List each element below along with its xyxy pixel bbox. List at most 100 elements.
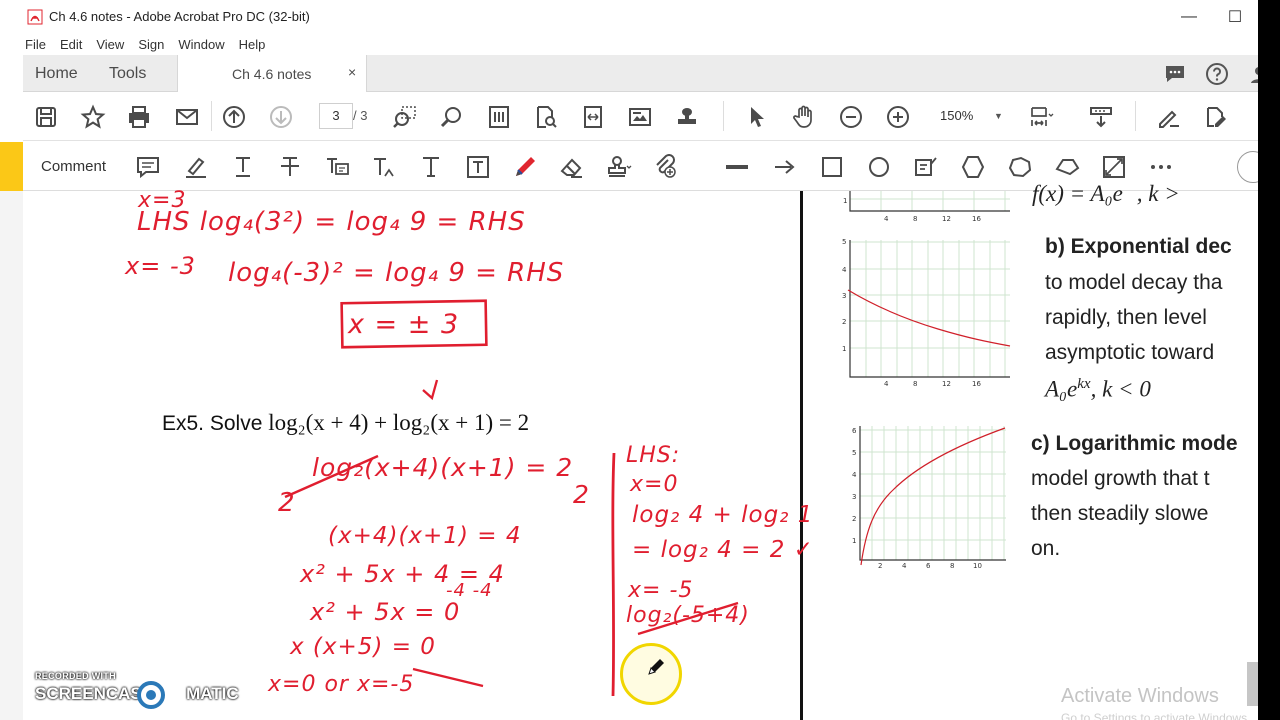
add-text-comment-icon[interactable]: [418, 154, 444, 180]
page-number-input[interactable]: 3: [319, 103, 353, 129]
help-icon[interactable]: [1205, 62, 1229, 86]
next-page-icon[interactable]: [268, 104, 294, 130]
navigation-pane-collapsed[interactable]: [0, 191, 23, 720]
menu-view[interactable]: View: [96, 37, 124, 52]
rectangle-tool-icon[interactable]: [819, 154, 845, 180]
comment-tool-label: Comment: [41, 158, 107, 175]
previous-page-icon[interactable]: [221, 104, 247, 130]
hand-tool-icon[interactable]: [791, 104, 817, 130]
handwritten-x-neg-3: x= -3: [125, 252, 196, 280]
menu-window[interactable]: Window: [178, 37, 224, 52]
window-title: Ch 4.6 notes - Adobe Acrobat Pro DC (32-…: [49, 9, 310, 24]
exponential-decay-heading: b) Exponential dec: [1045, 235, 1232, 258]
g2-ytick-4: 4: [842, 266, 847, 274]
draw-pencil-icon[interactable]: [512, 154, 538, 180]
g3-ytick-1: 1: [852, 537, 856, 545]
tab-home[interactable]: Home: [35, 55, 78, 92]
handwritten-combined-log: log₂(x+4)(x+1) = 2: [312, 453, 574, 482]
menu-file[interactable]: File: [25, 37, 46, 52]
line-tool-icon[interactable]: [724, 154, 750, 180]
print-icon[interactable]: [126, 104, 152, 130]
svg-text:1: 1: [843, 197, 847, 205]
g2-ytick-2: 2: [842, 318, 846, 326]
handwritten-cancel-2-right: 2: [573, 480, 590, 509]
menu-sign[interactable]: Sign: [138, 37, 164, 52]
tab-tools[interactable]: Tools: [109, 55, 146, 92]
handwritten-reject-neg5: log₂(-5+4): [626, 603, 750, 628]
fit-width-icon[interactable]: [580, 104, 606, 130]
attach-file-icon[interactable]: [653, 154, 679, 180]
handwritten-check-x-neg5: x= -5: [628, 578, 694, 603]
exponential-decay-graph: 1 2 3 4 5 4 8 12 16: [842, 238, 1011, 388]
handwritten-factored: x (x+5) = 0: [290, 634, 436, 660]
g3-xtick-6: 6: [926, 562, 931, 570]
text-box-icon[interactable]: [465, 154, 491, 180]
handwritten-cancel-2-left: 2: [278, 488, 296, 518]
polyline-tool-icon[interactable]: [1054, 154, 1080, 180]
edit-pdf-icon[interactable]: [627, 104, 653, 130]
menu-edit[interactable]: Edit: [60, 37, 82, 52]
g1-xtick-16: 16: [972, 215, 981, 223]
zoom-tool-icon[interactable]: [439, 104, 465, 130]
select-cursor-icon[interactable]: [744, 104, 770, 130]
strikethrough-text-icon[interactable]: [277, 154, 303, 180]
tab-bar: Home Tools Ch 4.6 notes ×: [23, 55, 1258, 93]
fill-sign-icon[interactable]: [1156, 104, 1182, 130]
highlight-icon[interactable]: [183, 154, 209, 180]
tab-document-label: Ch 4.6 notes: [232, 66, 312, 82]
logarithmic-model-heading: c) Logarithmic mode: [1031, 432, 1238, 455]
zoom-out-icon[interactable]: [838, 104, 864, 130]
g2-xtick-12: 12: [942, 380, 951, 388]
decay-text-line-1: to model decay tha: [1045, 271, 1223, 294]
g2-ytick-3: 3: [842, 292, 846, 300]
download-tray-icon[interactable]: [1088, 104, 1114, 130]
handwritten-check-result: = log₂ 4 = 2 ✓: [632, 537, 814, 563]
tab-document[interactable]: Ch 4.6 notes ×: [177, 55, 367, 93]
page-display-icon[interactable]: [1028, 104, 1054, 130]
save-icon[interactable]: [33, 104, 59, 130]
minimize-button[interactable]: —: [1166, 0, 1212, 33]
pencil-cursor-icon: [648, 659, 664, 675]
expand-tools-icon[interactable]: [1101, 154, 1127, 180]
screencast-logo-part-2: MATIC: [186, 684, 239, 703]
bookmark-star-icon[interactable]: [80, 104, 106, 130]
chat-icon[interactable]: [1163, 62, 1187, 86]
right-top-formula-a: f(x) = A₀e: [1032, 181, 1123, 206]
maximize-button[interactable]: ☐: [1212, 0, 1258, 33]
page-thumbnails-icon[interactable]: [486, 104, 512, 130]
acrobat-icon: [27, 9, 43, 24]
replace-text-icon[interactable]: [324, 154, 350, 180]
menu-bar: File Edit View Sign Window Help: [0, 33, 1258, 55]
vertical-scrollbar-thumb[interactable]: [1247, 662, 1258, 706]
g2-ytick-1: 1: [842, 345, 846, 353]
g3-ytick-6: 6: [852, 427, 857, 435]
eraser-icon[interactable]: [559, 154, 585, 180]
email-icon[interactable]: [174, 104, 200, 130]
zoom-in-icon[interactable]: [885, 104, 911, 130]
select-zoom-icon[interactable]: [392, 104, 418, 130]
handwritten-lhs-label: LHS:: [626, 443, 681, 468]
zoom-level-select[interactable]: 150% ▼: [930, 103, 1010, 129]
stamp-tool-icon[interactable]: [674, 104, 700, 130]
logarithmic-growth-graph: 1 2 3 4 5 6 2 4 6 8 10: [852, 426, 1006, 570]
share-edit-icon[interactable]: [1203, 104, 1229, 130]
g1-xtick-4: 4: [884, 215, 889, 223]
search-document-icon[interactable]: [533, 104, 559, 130]
arrow-tool-icon[interactable]: [772, 154, 798, 180]
cloud-tool-icon[interactable]: [1007, 154, 1033, 180]
polygon-tool-icon[interactable]: [960, 154, 986, 180]
sticky-note-icon[interactable]: [135, 154, 161, 180]
insert-text-icon[interactable]: [371, 154, 397, 180]
g2-ytick-5: 5: [842, 238, 846, 246]
close-comment-button[interactable]: [1237, 151, 1258, 183]
g3-xtick-8: 8: [950, 562, 954, 570]
decay-formula-base: A₀e: [1045, 376, 1078, 402]
underline-text-icon[interactable]: [230, 154, 256, 180]
close-tab-icon[interactable]: ×: [348, 64, 356, 80]
text-callout-icon[interactable]: [913, 154, 939, 180]
account-icon[interactable]: [1247, 62, 1258, 86]
stamp-icon[interactable]: [606, 154, 632, 180]
more-options-icon[interactable]: [1148, 154, 1174, 180]
menu-help[interactable]: Help: [239, 37, 266, 52]
oval-tool-icon[interactable]: [866, 154, 892, 180]
